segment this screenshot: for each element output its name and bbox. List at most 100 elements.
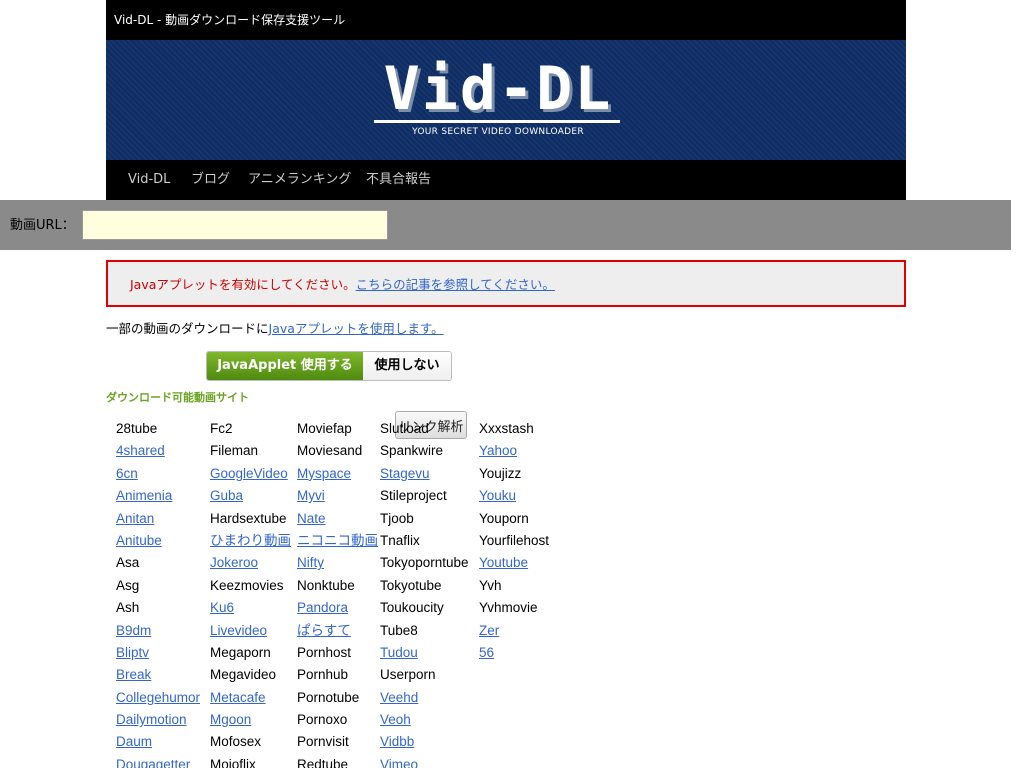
sites-column: Slutload Spankwire Stagevu Stileproject Tjoo… (380, 420, 469, 768)
site-item[interactable]: Daum (116, 733, 200, 755)
site-item: Pornhub (297, 667, 349, 683)
java-warning-box: Javaアプレットを有効にしてください。こちらの記事を参照してください。 (106, 260, 906, 307)
site-item[interactable]: Collegehumor (116, 689, 200, 711)
site-item[interactable]: Youtube (479, 554, 549, 576)
site-item: Hardsextube (210, 510, 287, 526)
sites-column: 28tube 4shared 6cn Animenia Anitan Anitube Asa… (116, 420, 200, 768)
site-item[interactable]: Yahoo (479, 442, 549, 464)
nav-item-bug-report[interactable]: 不具合報告 (366, 172, 431, 188)
site-item[interactable]: Vimeo (380, 756, 469, 768)
site-item[interactable]: ぱらすて (297, 622, 378, 644)
site-item: Tube8 (380, 622, 418, 638)
site-item: Userporn (380, 667, 436, 683)
site-item: Moviefap (297, 421, 352, 436)
site-item: Asg (116, 577, 140, 593)
site-item[interactable]: Livevideo (210, 622, 291, 644)
site-item: Pornvisit (297, 734, 349, 750)
site-item[interactable]: Youku (479, 487, 549, 509)
warning-article-link[interactable]: こちらの記事を参照してください。 (356, 277, 555, 292)
site-item[interactable]: Veoh (380, 711, 469, 733)
applet-note-text: 一部の動画のダウンロードに (106, 321, 269, 336)
site-item: Stileproject (380, 488, 447, 504)
site-title: Vid-DL - 動画ダウンロード保存支援ツール (114, 13, 346, 27)
video-url-input[interactable] (82, 210, 388, 240)
site-item[interactable]: B9dm (116, 622, 200, 644)
site-item: 28tube (116, 421, 158, 436)
site-item[interactable]: 6cn (116, 465, 200, 487)
site-item[interactable]: Vidbb (380, 733, 469, 755)
logo-underline (374, 120, 620, 123)
warning-message: Javaアプレットを有効にしてください。こちらの記事を参照してください。 (130, 277, 555, 293)
site-item[interactable]: Tudou (380, 644, 469, 666)
site-item: Pornhost (297, 644, 352, 660)
no-applet-button[interactable]: 使用しない (363, 352, 451, 380)
sites-column: Xxxstash Yahoo Youjizz Youku Youporn Yourfile… (479, 420, 549, 666)
site-item: Fc2 (210, 421, 233, 436)
applet-note: 一部の動画のダウンロードにJavaアプレットを使用します。 (106, 321, 444, 337)
site-item[interactable]: Myspace (297, 465, 378, 487)
site-item[interactable]: 56 (479, 644, 549, 666)
top-bar: Vid-DL - 動画ダウンロード保存支援ツール (106, 0, 906, 40)
site-item[interactable]: Guba (210, 487, 291, 509)
site-item: Pornoxo (297, 712, 348, 728)
site-item: Asa (116, 555, 140, 571)
site-item[interactable]: Zer (479, 622, 549, 644)
site-item[interactable]: Anitube (116, 532, 200, 554)
sites-column: Fc2 Fileman GoogleVideo Guba Hardsextube ひまわり… (210, 420, 291, 768)
site-item: Megavideo (210, 667, 277, 683)
site-item[interactable]: ひまわり動画 (210, 532, 291, 554)
logo-tagline: YOUR SECRET VIDEO DOWNLOADER (412, 127, 584, 137)
site-item[interactable]: GoogleVideo (210, 465, 291, 487)
site-item: Yvhmovie (479, 600, 538, 616)
site-item: Tokyotube (380, 577, 442, 593)
nav-item-vid-dl[interactable]: Vid-DL (128, 172, 170, 188)
applet-note-link[interactable]: Javaアプレットを使用します。 (269, 321, 444, 336)
site-item[interactable]: Bliptv (116, 644, 200, 666)
site-item[interactable]: Ku6 (210, 599, 291, 621)
supported-sites-heading: ダウンロード可能動画サイト (106, 391, 249, 404)
site-item[interactable]: Dailymotion (116, 711, 200, 733)
site-item: Tnaflix (380, 532, 420, 548)
site-item: Mojoflix (210, 756, 256, 768)
site-item[interactable]: Break (116, 666, 200, 688)
site-item: Fileman (210, 443, 259, 459)
site-item: Mofosex (210, 734, 262, 750)
main-nav: Vid-DL ブログ アニメランキング 不具合報告 (106, 160, 906, 200)
site-item[interactable]: Stagevu (380, 465, 469, 487)
nav-item-blog[interactable]: ブログ (191, 172, 230, 188)
site-item: Tokyoporntube (380, 555, 469, 571)
site-item: Yvh (479, 577, 502, 593)
site-item[interactable]: ニコニコ動画 (297, 532, 378, 554)
site-item[interactable]: Mgoon (210, 711, 291, 733)
sites-column: Moviefap Moviesand Myspace Myvi Nate ニコニコ動画 Ni… (297, 420, 378, 768)
warning-text: Javaアプレットを有効にしてください。 (130, 277, 356, 292)
site-item: Tjoob (380, 510, 414, 526)
site-item[interactable]: Pandora (297, 599, 378, 621)
site-item: Ash (116, 600, 140, 616)
site-item: Youporn (479, 510, 529, 526)
site-item[interactable]: Animenia (116, 487, 200, 509)
site-item[interactable]: 4shared (116, 442, 200, 464)
use-applet-button[interactable]: JavaApplet 使用する (207, 352, 363, 380)
url-bar: 動画URL： リンク解析 (0, 200, 1011, 439)
site-item: Spankwire (380, 443, 444, 459)
site-item[interactable]: Nate (297, 510, 378, 532)
logo[interactable]: Vid-DL (374, 56, 622, 122)
nav-item-anime-ranking[interactable]: アニメランキング (248, 172, 351, 188)
site-item[interactable]: Anitan (116, 510, 200, 532)
url-label: 動画URL： (10, 218, 75, 233)
site-item[interactable]: Metacafe (210, 689, 291, 711)
site-item: Redtube (297, 756, 349, 768)
site-item: Pornotube (297, 689, 360, 705)
site-item[interactable]: Nifty (297, 554, 378, 576)
site-item[interactable]: Veehd (380, 689, 469, 711)
site-item: Toukoucity (380, 600, 444, 616)
site-item: Nonktube (297, 577, 355, 593)
site-item[interactable]: Myvi (297, 487, 378, 509)
site-item: Megaporn (210, 644, 271, 660)
site-item[interactable]: Jokeroo (210, 554, 291, 576)
site-item: Yourfilehost (479, 532, 550, 548)
page: Vid-DL - 動画ダウンロード保存支援ツール Vid-DL YOUR SEC… (0, 0, 1024, 768)
site-item: Slutload (380, 421, 429, 436)
site-item[interactable]: Dougagetter (116, 756, 200, 768)
